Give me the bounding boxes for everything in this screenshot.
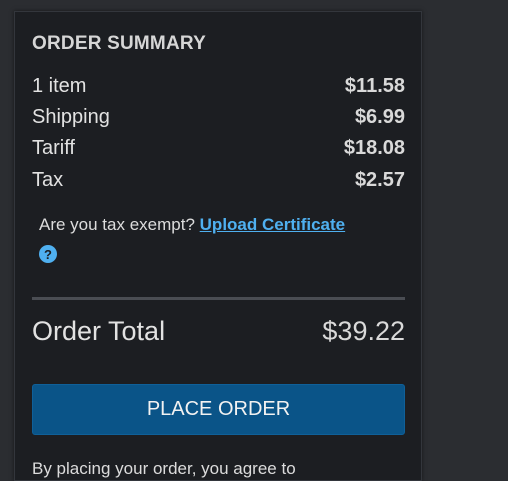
line-item-row: 1 item $11.58 [32, 75, 405, 98]
order-total-row: Order Total $39.22 [32, 316, 405, 347]
tariff-row: Tariff $18.08 [32, 137, 405, 160]
legal-notice: By placing your order, you agree to [32, 459, 296, 478]
tax-exempt-question: Are you tax exempt? [39, 215, 195, 234]
order-summary-title: ORDER SUMMARY [32, 33, 206, 54]
order-total-label: Order Total [32, 316, 166, 346]
upload-certificate-link[interactable]: Upload Certificate [200, 215, 345, 234]
shipping-amount: $6.99 [354, 106, 405, 128]
line-item-label: 1 item [32, 75, 87, 97]
tariff-amount: $18.08 [343, 137, 405, 159]
tax-label: Tax [32, 169, 64, 191]
order-summary-panel: ORDER SUMMARY 1 item $11.58 Shipping $6.… [14, 11, 422, 481]
shipping-label: Shipping [32, 106, 110, 128]
shipping-row: Shipping $6.99 [32, 106, 405, 129]
tax-amount: $2.57 [354, 169, 405, 191]
divider [32, 297, 405, 300]
place-order-button[interactable]: PLACE ORDER [32, 384, 405, 435]
line-item-amount: $11.58 [344, 75, 405, 97]
help-glyph: ? [44, 246, 52, 262]
tax-row: Tax $2.57 [32, 169, 405, 192]
tax-exempt-prompt: Are you tax exempt? Upload Certificate [39, 215, 345, 235]
help-icon[interactable]: ? [39, 245, 57, 263]
order-total-amount: $39.22 [322, 316, 405, 346]
tariff-label: Tariff [32, 137, 75, 159]
